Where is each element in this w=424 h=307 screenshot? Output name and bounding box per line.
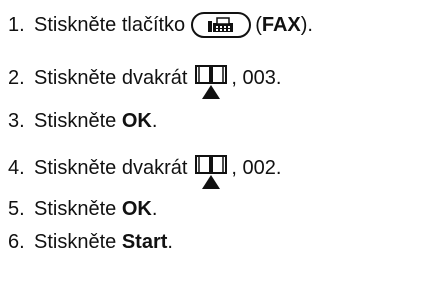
step-number: 4. <box>8 157 25 179</box>
step-suffix: , 002. <box>231 157 282 179</box>
step-number: 5. <box>8 198 25 220</box>
step-text: Stiskněte <box>34 198 117 220</box>
step-1: 1. Stiskněte tlačítko (FAX). <box>8 12 313 38</box>
step-paren-close: ). <box>300 14 313 36</box>
step-suffix: . <box>167 231 173 253</box>
step-2: 2. Stiskněte dvakrát , 003. <box>8 59 282 99</box>
step-text: Stiskněte <box>34 231 117 253</box>
address-book-down-icon <box>193 63 229 101</box>
instruction-steps: 1. Stiskněte tlačítko (FAX). 2. Stisknět… <box>0 0 424 307</box>
step-5: 5. Stiskněte OK. <box>8 197 157 221</box>
step-suffix: , 003. <box>231 67 282 89</box>
step-suffix: . <box>151 198 158 220</box>
fax-button-icon <box>191 12 252 38</box>
step-6: 6. Stiskněte Start. <box>8 230 173 254</box>
step-text: Stiskněte dvakrát <box>34 67 188 89</box>
step-number: 2. <box>8 67 25 89</box>
step-paren-open: ( <box>255 14 262 36</box>
step-text: Stiskněte <box>34 110 117 132</box>
step-number: 6. <box>8 231 25 253</box>
step-number: 3. <box>8 110 25 132</box>
address-book-down-icon <box>193 153 229 191</box>
step-4: 4. Stiskněte dvakrát , 002. <box>8 149 282 189</box>
step-number: 1. <box>8 14 25 36</box>
step-suffix: . <box>151 110 158 132</box>
step-bold: FAX <box>261 14 301 36</box>
step-text: Stiskněte tlačítko <box>34 14 186 36</box>
step-text: Stiskněte dvakrát <box>34 157 188 179</box>
step-bold: OK <box>121 198 152 220</box>
step-3: 3. Stiskněte OK. <box>8 109 157 133</box>
step-bold: OK <box>121 110 152 132</box>
step-bold: Start <box>121 231 168 253</box>
